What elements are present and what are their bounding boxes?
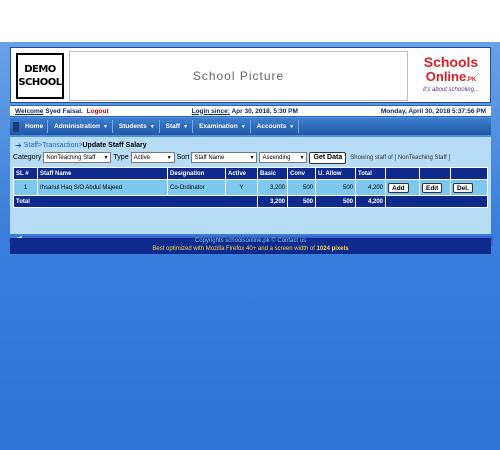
total-conv: 500 [287,195,316,208]
salary-table: SL # Staff Name Designation Active Basic… [13,167,488,208]
col-active: Active [225,167,258,180]
total-basic: 3,200 [257,195,288,208]
schoolsonline-brand: Schools Online.PK it's about schooling..… [412,51,490,101]
filter-bar: Category NonTeaching Staff ▼ Type Active ▼… [13,151,450,164]
get-data-button[interactable]: Get Data [309,151,347,164]
nav-marker-icon [13,121,19,132]
chevron-down-icon: ▼ [102,123,108,130]
welcome-text: Welcome Syed Faisal. Logout [15,107,109,115]
nav-examination[interactable]: Examination ▼ [195,120,251,133]
col-staff-name: Staff Name [37,167,168,180]
cell-total: 4,200 [355,179,386,196]
chevron-down-icon: ▼ [240,123,246,130]
brand-line1: Schools [423,54,479,70]
cell-basic: 3,200 [257,179,288,196]
total-label: Total [13,195,258,208]
chevron-down-icon: ▼ [249,154,255,161]
total-row: Total 3,200 500 500 4,200 [13,195,488,208]
col-basic: Basic [257,167,288,180]
category-label: Category [13,154,42,161]
brand-tagline: it's about schooling... [423,87,479,93]
nav-staff[interactable]: Staff ▼ [162,120,194,133]
chevron-down-icon: ▼ [103,154,109,161]
logo-line2: SCHOOL [18,77,62,88]
type-select[interactable]: Active ▼ [130,152,175,163]
nav-home[interactable]: Home [21,120,49,133]
logout-link[interactable]: Logout [87,108,109,115]
delete-button[interactable]: Del. [453,182,473,193]
chevron-down-icon: ▼ [183,123,189,130]
cell-add: Add [385,179,420,196]
session-info-bar: Welcome Syed Faisal. Logout Login since:… [10,105,491,117]
total-uallow: 500 [315,195,356,208]
app-window: DEMO SCHOOL School Picture Schools Onlin… [0,42,500,450]
col-add [385,167,420,180]
total-total: 4,200 [355,195,386,208]
table-row: 1 Ihsanul Haq S/O Abdul Majeed Co-Ordina… [13,179,488,196]
page-title: Update Staff Salary [82,141,147,149]
col-edit [419,167,451,180]
cell-del: Del. [450,179,488,196]
brand-line2: Online.PK [425,69,477,84]
sort-select[interactable]: Staff Name ▼ [191,152,258,163]
main-nav: Home Administration ▼ Students ▼ Staff ▼ Ex… [10,118,491,135]
chevron-down-icon: ▼ [299,154,305,161]
table-header-row: SL # Staff Name Designation Active Basic… [13,167,488,180]
chevron-down-icon: ▼ [149,123,155,130]
logo-line1: DEMO [24,64,56,75]
showing-text: Showing staff of [ NonTeaching Staff ] [350,154,451,161]
type-label: Type [113,154,129,161]
breadcrumb-staff[interactable]: Staff [24,142,38,149]
chevron-down-icon: ▼ [289,123,295,130]
category-select[interactable]: NonTeaching Staff ▼ [43,152,112,163]
current-datetime: Monday, April 30, 2018 5:37:56 PM [380,107,486,115]
cell-designation: Co-Ordinator [167,179,226,196]
nav-accounts[interactable]: Accounts ▼ [253,120,300,133]
cell-conv: 500 [287,179,316,196]
cell-uallow: 500 [315,179,356,196]
school-picture: School Picture [69,51,408,101]
order-select[interactable]: Ascending ▼ [259,152,308,163]
add-button[interactable]: Add [388,182,409,193]
copyright-text: Copyrights schoolsonline.pk © Contact us [194,238,307,244]
col-sl: SL # [13,167,38,180]
col-uallow: U. Allow [315,167,356,180]
content-panel: ➜ Staff > Transaction > Update Staff Sal… [10,137,491,234]
footer: Copyrights schoolsonline.pk © Contact us… [10,238,491,254]
school-logo: DEMO SCHOOL [16,53,64,99]
breadcrumb: ➜ Staff > Transaction > Update Staff Sal… [15,140,147,150]
col-total: Total [355,167,386,180]
breadcrumb-transaction[interactable]: Transaction [42,142,78,149]
cell-edit: Edit [419,179,451,196]
login-since: Login since: Apr 30, 2018, 5:30 PM [191,107,298,115]
sort-label: Sort [176,154,190,161]
col-designation: Designation [167,167,226,180]
header-banner: DEMO SCHOOL School Picture Schools Onlin… [10,47,491,103]
chevron-down-icon: ▼ [166,154,172,161]
user-name: Syed Faisal. [45,107,83,115]
school-picture-label: School Picture [192,69,285,83]
nav-administration[interactable]: Administration ▼ [50,120,113,133]
cell-sl: 1 [13,179,38,196]
optimized-text: Best optimized with Mozilla Firefox 40+ … [152,245,349,252]
arrow-right-icon: ➜ [15,140,22,150]
nav-students[interactable]: Students ▼ [115,120,160,133]
cell-staff-name: Ihsanul Haq S/O Abdul Majeed [37,179,168,196]
edit-button[interactable]: Edit [422,182,443,193]
col-del [450,167,488,180]
col-conv: Conv [287,167,316,180]
cell-active: Y [225,179,258,196]
